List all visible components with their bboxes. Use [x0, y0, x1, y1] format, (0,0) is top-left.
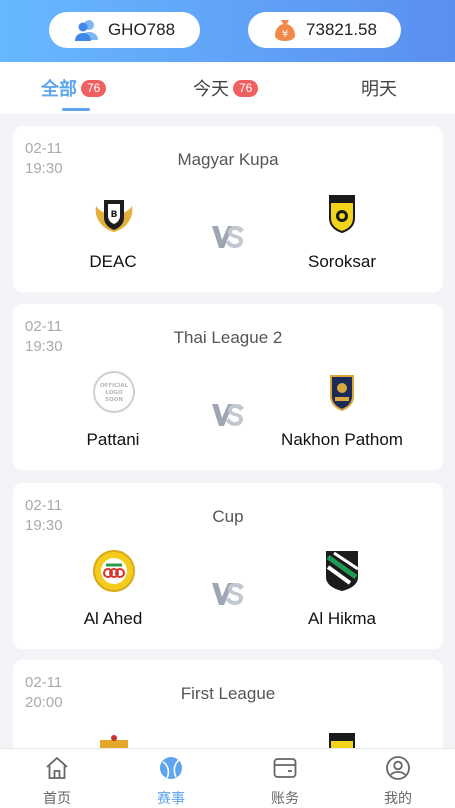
ball-icon — [160, 757, 182, 779]
balance-pill[interactable]: ¥ 73821.58 — [248, 12, 401, 48]
balance-amount: 73821.58 — [306, 20, 377, 39]
bottom-nav: 首页 赛事 账务 我的 — [0, 748, 455, 808]
away-team-name: Nakhon Pathom — [281, 430, 403, 449]
league-name: Cup — [212, 507, 244, 526]
app-header: GHO788 ¥ 73821.58 — [0, 0, 455, 62]
al-hikma-crest-icon — [326, 551, 359, 591]
svg-text:B: B — [111, 210, 118, 220]
logo-placeholder-text: SOON — [105, 397, 123, 403]
username: GHO788 — [107, 20, 176, 39]
match-card[interactable]: 02-11 19:30 Magyar Kupa B DEAC Soroksar — [13, 126, 443, 292]
vs-icon — [212, 404, 244, 426]
home-team-name: DEAC — [89, 252, 137, 271]
soroksar-crest-icon — [329, 195, 355, 234]
active-tab-indicator — [62, 108, 90, 111]
nav-profile-label: 我的 — [384, 790, 412, 806]
home-icon — [46, 757, 68, 779]
nav-accounts[interactable]: 账务 — [245, 749, 325, 808]
tab-today-count-badge: 76 — [233, 79, 259, 97]
nakhon-pathom-crest-icon — [330, 375, 354, 412]
tab-all-label: 全部 — [41, 79, 77, 99]
tab-all[interactable]: 全部 76 — [41, 62, 107, 114]
home-team-name: Pattani — [86, 430, 140, 449]
logo-placeholder-text: LOGO — [105, 390, 122, 396]
tab-today-label: 今天 — [193, 79, 229, 99]
date-filter-tabs: 全部 76 今天 76 明天 — [0, 62, 455, 114]
money-bag-icon: ¥ — [275, 20, 296, 41]
league-name: Magyar Kupa — [177, 150, 279, 169]
nav-profile[interactable]: 我的 — [358, 749, 438, 808]
nav-matches-label: 赛事 — [157, 790, 185, 806]
away-team-name: Soroksar — [307, 252, 377, 271]
nav-matches[interactable]: 赛事 — [131, 749, 211, 808]
wallet-icon — [273, 758, 297, 778]
official-logo-soon-icon: OFFICIAL LOGO SOON — [93, 371, 135, 413]
al-ahed-crest-icon — [93, 550, 135, 592]
league-name: Thai League 2 — [173, 328, 283, 347]
vs-icon — [212, 226, 244, 248]
logo-placeholder-text: OFFICIAL — [100, 383, 129, 389]
away-team-name: Al Hikma — [307, 609, 376, 628]
match-card[interactable]: 02-11 19:30 Cup Al Ahed Al Hikma — [13, 483, 443, 649]
username-pill[interactable]: GHO788 — [49, 12, 200, 48]
nav-home-label: 首页 — [43, 790, 71, 806]
nav-accounts-label: 账务 — [271, 790, 299, 806]
vs-icon — [212, 583, 244, 605]
tab-tomorrow[interactable]: 明天 — [361, 62, 397, 114]
user-group-icon — [74, 20, 98, 41]
tab-today[interactable]: 今天 76 — [193, 62, 259, 114]
svg-text:¥: ¥ — [282, 29, 288, 40]
deac-crest-icon: B — [95, 200, 133, 232]
profile-icon — [386, 756, 410, 780]
home-team-name: Al Ahed — [83, 609, 143, 628]
nav-home[interactable]: 首页 — [17, 749, 97, 808]
tab-tomorrow-label: 明天 — [361, 79, 397, 99]
tab-all-count-badge: 76 — [81, 79, 107, 97]
match-card[interactable]: 02-11 19:30 Thai League 2 OFFICIAL LOGO … — [13, 304, 443, 470]
league-name: First League — [180, 684, 276, 703]
